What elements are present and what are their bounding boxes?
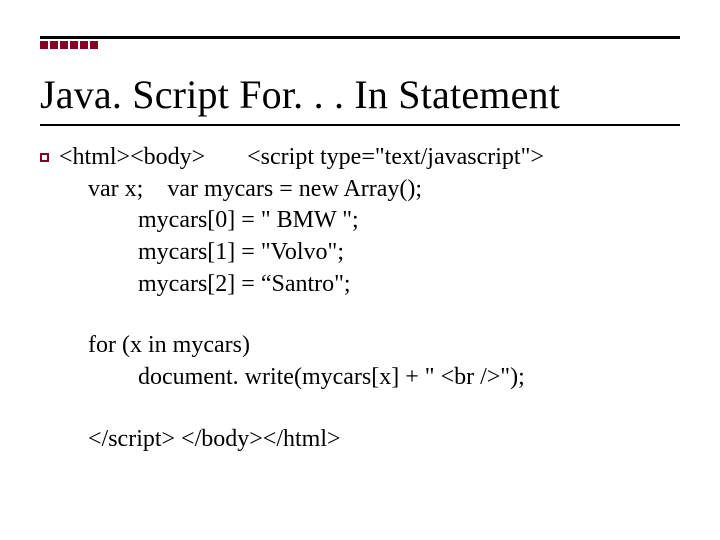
accent-square: [90, 41, 98, 49]
blank-line: [40, 394, 680, 424]
top-accent: [40, 41, 680, 49]
code-line-2: var x; var mycars = new Array();: [40, 174, 680, 206]
code-line-3: mycars[0] = " BMW ";: [40, 205, 680, 237]
top-rule: [40, 36, 680, 39]
slide: Java. Script For. . . In Statement <html…: [0, 0, 720, 540]
code-line-4: mycars[1] = "Volvo";: [40, 237, 680, 269]
blank-line: [40, 300, 680, 330]
title-rule: [40, 124, 680, 126]
accent-square: [80, 41, 88, 49]
code-line-1: <html><body> <script type="text/javascri…: [59, 142, 544, 174]
accent-square: [50, 41, 58, 49]
bullet-icon: [40, 153, 49, 162]
accent-square: [40, 41, 48, 49]
code-line-5: mycars[2] = “Santro";: [40, 269, 680, 301]
code-line-7: document. write(mycars[x] + " <br />");: [40, 362, 680, 394]
accent-square: [70, 41, 78, 49]
code-line-6: for (x in mycars): [40, 330, 680, 362]
accent-square: [60, 41, 68, 49]
slide-title: Java. Script For. . . In Statement: [40, 71, 680, 118]
code-line-8: </script> </body></html>: [40, 424, 680, 456]
code-line-1-row: <html><body> <script type="text/javascri…: [40, 142, 680, 174]
code-block: <html><body> <script type="text/javascri…: [40, 142, 680, 455]
